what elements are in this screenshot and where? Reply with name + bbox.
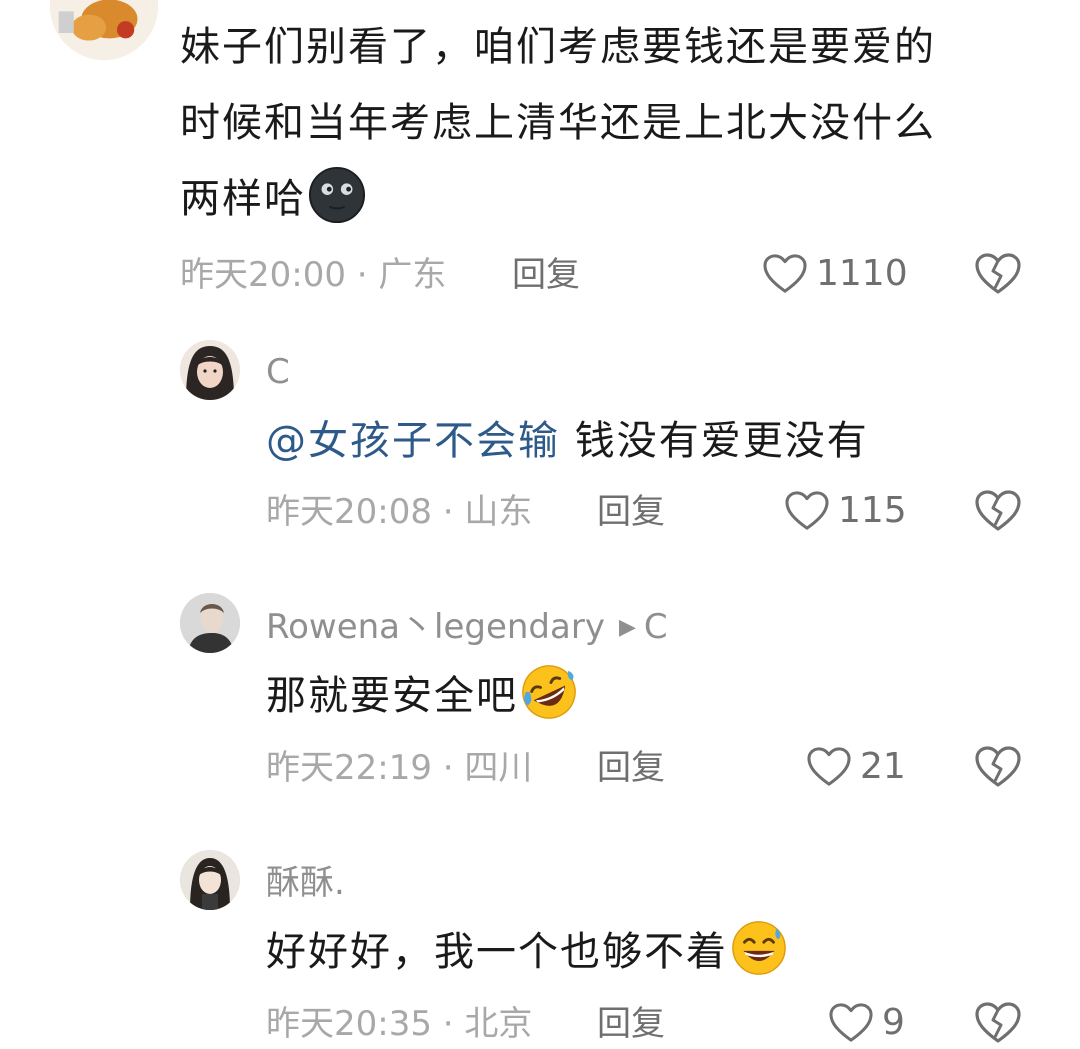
comment-author[interactable]: 酥酥. xyxy=(266,863,345,903)
grinning-sweat-emoji xyxy=(732,921,786,975)
comment-location: 广东 xyxy=(378,255,447,295)
comment-author: Rowena丶legendary ▶ C xyxy=(266,607,668,648)
comment-meta: 昨天20:00 · 广东 xyxy=(180,255,446,295)
comment-text-line: 时候和当年考虑上清华还是上北大没什么 xyxy=(180,100,936,146)
comment-text-body: 钱没有爱更没有 xyxy=(574,418,869,464)
comment-meta: 昨天20:08 · 山东 xyxy=(266,492,532,532)
like-count: 115 xyxy=(838,490,907,531)
heart-outline-icon xyxy=(763,254,807,293)
reply-button[interactable]: 回复 xyxy=(597,492,665,532)
comment-text-line-end: 两样哈 xyxy=(180,176,306,222)
avatar[interactable] xyxy=(180,850,240,910)
meta-separator: · xyxy=(431,748,465,788)
comment-time: 昨天22:19 xyxy=(266,748,432,788)
reply-target-name[interactable]: C xyxy=(644,607,668,647)
reply-button[interactable]: 回复 xyxy=(512,255,580,295)
meta-separator: · xyxy=(431,492,465,532)
comment-text-body: 好好好，我一个也够不着 xyxy=(266,929,728,975)
broken-heart-icon[interactable] xyxy=(974,1001,1022,1045)
comment-text: 好好好，我一个也够不着 xyxy=(266,914,788,990)
broken-heart-icon[interactable] xyxy=(974,252,1022,296)
comment-time: 昨天20:35 xyxy=(266,1004,432,1044)
like-count: 1110 xyxy=(816,253,908,294)
avatar[interactable] xyxy=(50,0,158,60)
comment-text: 那就要安全吧 xyxy=(266,658,578,734)
like-count: 21 xyxy=(860,746,906,787)
meta-separator: · xyxy=(345,255,379,295)
comment-text: @女孩子不会输 钱没有爱更没有 xyxy=(266,403,869,479)
reply-button[interactable]: 回复 xyxy=(597,748,665,788)
avatar[interactable] xyxy=(180,340,240,400)
comment-text-line: 妹子们别看了，咱们考虑要钱还是要爱的 xyxy=(180,24,936,70)
broken-heart-icon[interactable] xyxy=(974,489,1022,533)
comment-text-body: 那就要安全吧 xyxy=(266,673,518,719)
heart-outline-icon xyxy=(829,1003,873,1042)
comment-meta: 昨天20:35 · 北京 xyxy=(266,1004,532,1044)
heart-outline-icon xyxy=(785,491,829,530)
like-count: 9 xyxy=(882,1002,905,1043)
rolling-laughing-emoji xyxy=(522,665,576,719)
like-button[interactable]: 115 xyxy=(784,490,907,532)
author-name[interactable]: Rowena丶legendary xyxy=(266,607,605,647)
broken-heart-icon[interactable] xyxy=(974,745,1022,789)
mention-link[interactable]: @女孩子不会输 xyxy=(266,418,560,464)
comment-text-line: 两样哈 xyxy=(180,161,936,237)
comment-text: 妹子们别看了，咱们考虑要钱还是要爱的 时候和当年考虑上清华还是上北大没什么 两样… xyxy=(180,9,936,237)
comment-location: 北京 xyxy=(464,1004,533,1044)
heart-outline-icon xyxy=(807,747,851,786)
meta-separator: · xyxy=(431,1004,465,1044)
new-moon-face-emoji xyxy=(308,166,366,224)
avatar[interactable] xyxy=(180,593,240,653)
comment-time: 昨天20:00 xyxy=(180,255,346,295)
comment-thread: 妹子们别看了，咱们考虑要钱还是要爱的 时候和当年考虑上清华还是上北大没什么 两样… xyxy=(0,0,1080,1049)
like-button[interactable]: 21 xyxy=(806,746,906,788)
comment-location: 山东 xyxy=(464,492,533,532)
comment-location: 四川 xyxy=(464,748,533,788)
comment-author[interactable]: C xyxy=(266,352,290,392)
like-button[interactable]: 9 xyxy=(828,1002,905,1044)
reply-button[interactable]: 回复 xyxy=(597,1004,665,1044)
comment-time: 昨天20:08 xyxy=(266,492,432,532)
reply-arrow-icon: ▶ xyxy=(618,615,636,640)
like-button[interactable]: 1110 xyxy=(762,253,908,295)
comment-meta: 昨天22:19 · 四川 xyxy=(266,748,532,788)
